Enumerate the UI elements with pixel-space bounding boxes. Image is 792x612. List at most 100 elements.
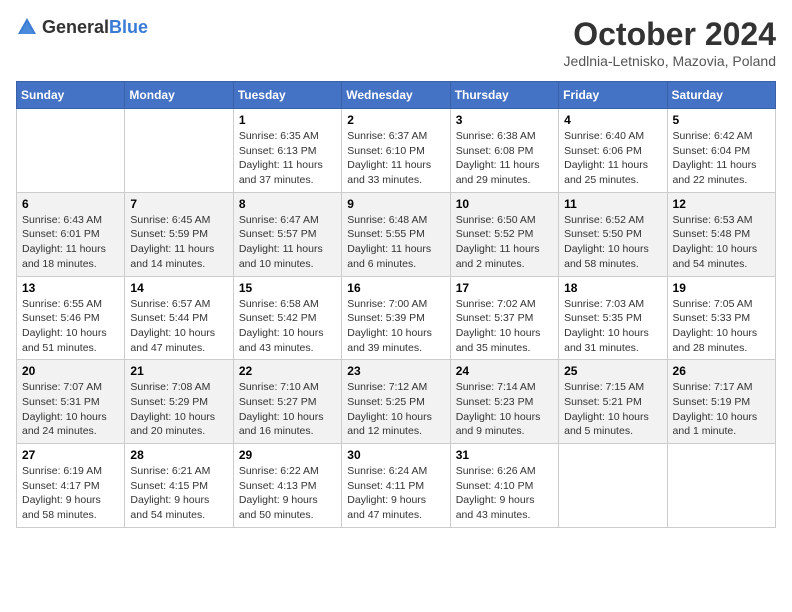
calendar-cell [667, 444, 775, 528]
calendar-week-row: 20 Sunrise: 7:07 AMSunset: 5:31 PMDayligh… [17, 360, 776, 444]
day-number: 19 [673, 281, 770, 295]
day-number: 1 [239, 113, 336, 127]
day-number: 8 [239, 197, 336, 211]
day-info: Sunrise: 7:00 AMSunset: 5:39 PMDaylight:… [347, 297, 444, 356]
day-number: 14 [130, 281, 227, 295]
calendar-cell: 18 Sunrise: 7:03 AMSunset: 5:35 PMDayligh… [559, 276, 667, 360]
day-info: Sunrise: 6:24 AMSunset: 4:11 PMDaylight:… [347, 464, 444, 523]
day-info: Sunrise: 6:48 AMSunset: 5:55 PMDaylight:… [347, 213, 444, 272]
day-number: 29 [239, 448, 336, 462]
day-info: Sunrise: 6:42 AMSunset: 6:04 PMDaylight:… [673, 129, 770, 188]
calendar-cell: 9 Sunrise: 6:48 AMSunset: 5:55 PMDaylight… [342, 192, 450, 276]
day-info: Sunrise: 7:08 AMSunset: 5:29 PMDaylight:… [130, 380, 227, 439]
calendar-cell: 13Sunrise: 6:55 AMSunset: 5:46 PMDayligh… [17, 276, 125, 360]
day-number: 15 [239, 281, 336, 295]
calendar-table: SundayMondayTuesdayWednesdayThursdayFrid… [16, 81, 776, 528]
calendar-cell: 21 Sunrise: 7:08 AMSunset: 5:29 PMDayligh… [125, 360, 233, 444]
title-block: October 2024 Jedlnia-Letnisko, Mazovia, … [564, 16, 776, 69]
day-number: 17 [456, 281, 553, 295]
calendar-cell: 23 Sunrise: 7:12 AMSunset: 5:25 PMDayligh… [342, 360, 450, 444]
calendar-cell: 8Sunrise: 6:47 AMSunset: 5:57 PMDaylight… [233, 192, 341, 276]
logo-icon [16, 16, 38, 38]
day-number: 7 [130, 197, 227, 211]
calendar-cell: 29Sunrise: 6:22 AMSunset: 4:13 PMDayligh… [233, 444, 341, 528]
day-info: Sunrise: 7:02 AMSunset: 5:37 PMDaylight:… [456, 297, 553, 356]
calendar-cell: 27Sunrise: 6:19 AMSunset: 4:17 PMDayligh… [17, 444, 125, 528]
day-number: 30 [347, 448, 444, 462]
day-info: Sunrise: 6:53 AMSunset: 5:48 PMDaylight:… [673, 213, 770, 272]
day-number: 20 [22, 364, 119, 378]
calendar-cell: 11 Sunrise: 6:52 AMSunset: 5:50 PMDayligh… [559, 192, 667, 276]
calendar-cell: 16 Sunrise: 7:00 AMSunset: 5:39 PMDayligh… [342, 276, 450, 360]
day-number: 25 [564, 364, 661, 378]
calendar-cell [17, 109, 125, 193]
day-header-wednesday: Wednesday [342, 82, 450, 109]
calendar-cell: 17 Sunrise: 7:02 AMSunset: 5:37 PMDayligh… [450, 276, 558, 360]
day-header-sunday: Sunday [17, 82, 125, 109]
calendar-cell: 24Sunrise: 7:14 AMSunset: 5:23 PMDayligh… [450, 360, 558, 444]
logo-text: GeneralBlue [42, 17, 148, 38]
day-number: 23 [347, 364, 444, 378]
calendar-week-row: 1Sunrise: 6:35 AMSunset: 6:13 PMDaylight… [17, 109, 776, 193]
calendar-cell: 4Sunrise: 6:40 AMSunset: 6:06 PMDaylight… [559, 109, 667, 193]
day-number: 5 [673, 113, 770, 127]
calendar-cell: 6 Sunrise: 6:43 AMSunset: 6:01 PMDaylight… [17, 192, 125, 276]
day-number: 12 [673, 197, 770, 211]
day-info: Sunrise: 6:57 AMSunset: 5:44 PMDaylight:… [130, 297, 227, 356]
logo: GeneralBlue [16, 16, 148, 38]
day-header-thursday: Thursday [450, 82, 558, 109]
calendar-subtitle: Jedlnia-Letnisko, Mazovia, Poland [564, 53, 776, 69]
day-info: Sunrise: 6:21 AMSunset: 4:15 PMDaylight:… [130, 464, 227, 523]
calendar-cell: 19 Sunrise: 7:05 AMSunset: 5:33 PMDayligh… [667, 276, 775, 360]
day-header-monday: Monday [125, 82, 233, 109]
calendar-cell: 14 Sunrise: 6:57 AMSunset: 5:44 PMDayligh… [125, 276, 233, 360]
day-info: Sunrise: 7:05 AMSunset: 5:33 PMDaylight:… [673, 297, 770, 356]
day-info: Sunrise: 7:17 AMSunset: 5:19 PMDaylight:… [673, 380, 770, 439]
day-number: 21 [130, 364, 227, 378]
day-info: Sunrise: 6:43 AMSunset: 6:01 PMDaylight:… [22, 213, 119, 272]
calendar-cell: 25 Sunrise: 7:15 AMSunset: 5:21 PMDayligh… [559, 360, 667, 444]
day-number: 28 [130, 448, 227, 462]
day-info: Sunrise: 7:12 AMSunset: 5:25 PMDaylight:… [347, 380, 444, 439]
calendar-cell: 2 Sunrise: 6:37 AMSunset: 6:10 PMDaylight… [342, 109, 450, 193]
calendar-week-row: 27Sunrise: 6:19 AMSunset: 4:17 PMDayligh… [17, 444, 776, 528]
day-header-friday: Friday [559, 82, 667, 109]
day-number: 2 [347, 113, 444, 127]
day-number: 11 [564, 197, 661, 211]
day-number: 9 [347, 197, 444, 211]
calendar-cell: 30 Sunrise: 6:24 AMSunset: 4:11 PMDayligh… [342, 444, 450, 528]
calendar-cell [125, 109, 233, 193]
calendar-cell: 28 Sunrise: 6:21 AMSunset: 4:15 PMDayligh… [125, 444, 233, 528]
calendar-header-row: SundayMondayTuesdayWednesdayThursdayFrid… [17, 82, 776, 109]
calendar-cell: 12 Sunrise: 6:53 AMSunset: 5:48 PMDayligh… [667, 192, 775, 276]
day-number: 6 [22, 197, 119, 211]
day-info: Sunrise: 6:58 AMSunset: 5:42 PMDaylight:… [239, 297, 336, 356]
day-info: Sunrise: 7:07 AMSunset: 5:31 PMDaylight:… [22, 380, 119, 439]
calendar-cell: 10Sunrise: 6:50 AMSunset: 5:52 PMDayligh… [450, 192, 558, 276]
day-info: Sunrise: 7:03 AMSunset: 5:35 PMDaylight:… [564, 297, 661, 356]
calendar-cell: 20 Sunrise: 7:07 AMSunset: 5:31 PMDayligh… [17, 360, 125, 444]
day-info: Sunrise: 6:40 AMSunset: 6:06 PMDaylight:… [564, 129, 661, 188]
page-header: GeneralBlue October 2024 Jedlnia-Letnisk… [16, 16, 776, 69]
logo-text-blue: Blue [109, 17, 148, 37]
day-info: Sunrise: 6:52 AMSunset: 5:50 PMDaylight:… [564, 213, 661, 272]
day-header-saturday: Saturday [667, 82, 775, 109]
calendar-cell: 26 Sunrise: 7:17 AMSunset: 5:19 PMDayligh… [667, 360, 775, 444]
day-info: Sunrise: 6:37 AMSunset: 6:10 PMDaylight:… [347, 129, 444, 188]
day-number: 22 [239, 364, 336, 378]
calendar-cell: 7 Sunrise: 6:45 AMSunset: 5:59 PMDaylight… [125, 192, 233, 276]
day-number: 31 [456, 448, 553, 462]
day-info: Sunrise: 6:45 AMSunset: 5:59 PMDaylight:… [130, 213, 227, 272]
day-info: Sunrise: 7:15 AMSunset: 5:21 PMDaylight:… [564, 380, 661, 439]
day-number: 18 [564, 281, 661, 295]
day-number: 26 [673, 364, 770, 378]
calendar-title: October 2024 [564, 16, 776, 53]
calendar-cell: 3Sunrise: 6:38 AMSunset: 6:08 PMDaylight… [450, 109, 558, 193]
calendar-cell: 1Sunrise: 6:35 AMSunset: 6:13 PMDaylight… [233, 109, 341, 193]
calendar-cell: 5 Sunrise: 6:42 AMSunset: 6:04 PMDaylight… [667, 109, 775, 193]
day-info: Sunrise: 6:55 AMSunset: 5:46 PMDaylight:… [22, 297, 119, 356]
day-header-tuesday: Tuesday [233, 82, 341, 109]
day-number: 16 [347, 281, 444, 295]
day-info: Sunrise: 6:50 AMSunset: 5:52 PMDaylight:… [456, 213, 553, 272]
calendar-cell [559, 444, 667, 528]
